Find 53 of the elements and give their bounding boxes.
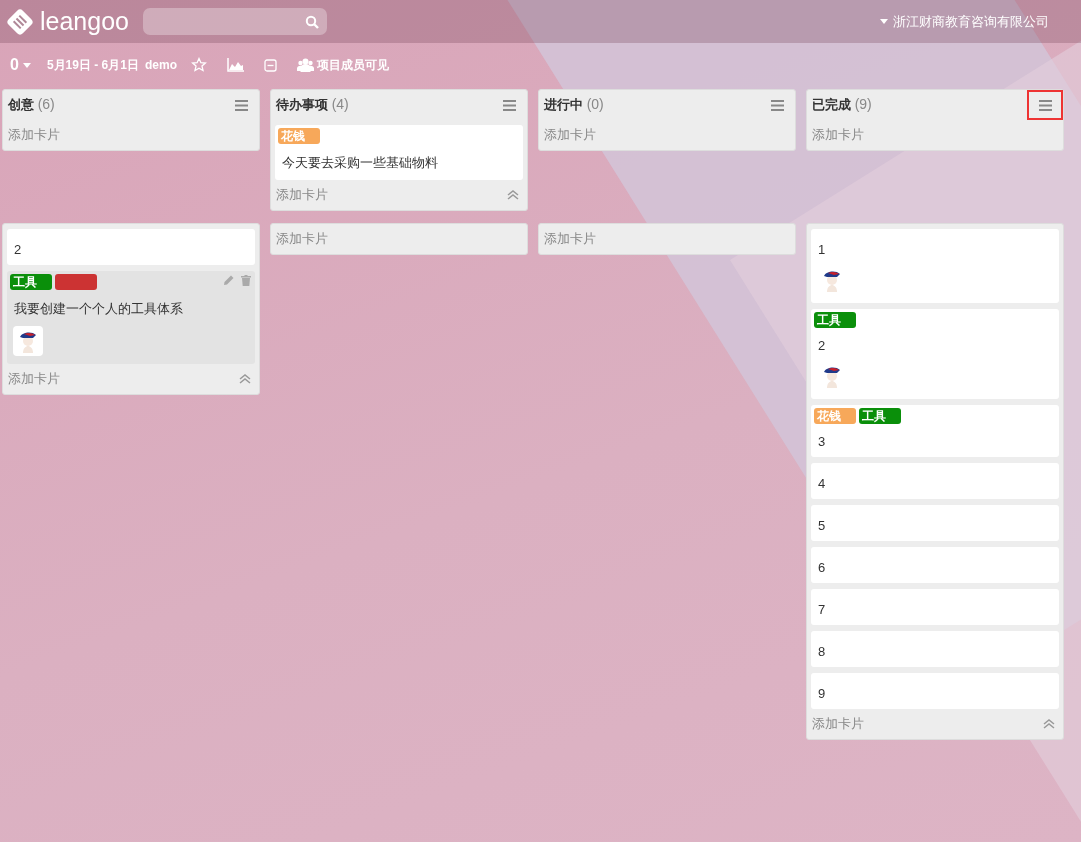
list-title: 待办事项 (4) [276, 96, 349, 114]
task-card[interactable]: 9 [811, 673, 1059, 709]
card-title: 8 [817, 643, 827, 659]
card-title: 3 [817, 433, 827, 449]
collapse-up-icon[interactable] [1043, 719, 1055, 729]
edit-icon[interactable] [223, 275, 234, 286]
task-card[interactable]: 7 [811, 589, 1059, 625]
star-icon[interactable] [190, 57, 207, 73]
card-title: 今天要去采购一些基础物料 [281, 154, 439, 172]
list-title: 创意 (6) [8, 96, 55, 114]
task-card[interactable]: 5 [811, 505, 1059, 541]
card-title: 4 [817, 475, 827, 491]
card-title: 9 [817, 685, 827, 701]
collapse-icon[interactable] [263, 58, 277, 72]
trash-icon[interactable] [241, 275, 251, 286]
card-title: 2 [13, 241, 23, 257]
board-name: demo [144, 58, 177, 72]
chart-icon[interactable] [226, 58, 244, 72]
card-title: 5 [817, 517, 827, 533]
task-card[interactable]: 1 [811, 229, 1059, 303]
task-card[interactable]: 花钱 今天要去采购一些基础物料 [275, 125, 523, 180]
task-card[interactable]: 工具 2 [811, 309, 1059, 399]
task-card[interactable]: 工具 我要创建一个个人的工具体系 [7, 271, 255, 364]
logo-text: leangoo [40, 7, 129, 36]
card-label: 花钱 [278, 128, 320, 144]
menu-icon[interactable] [770, 99, 784, 111]
card-label: 工具 [814, 312, 856, 328]
card-label: 工具 [859, 408, 901, 424]
task-card[interactable]: 4 [811, 463, 1059, 499]
menu-icon[interactable] [234, 99, 248, 111]
task-card[interactable]: 6 [811, 547, 1059, 583]
menu-icon[interactable] [1038, 99, 1052, 111]
collapse-up-icon[interactable] [239, 374, 251, 384]
task-card[interactable]: 2 [7, 229, 255, 265]
card-title: 7 [817, 601, 827, 617]
caret-icon [880, 19, 888, 24]
list-title: 已完成 (9) [812, 96, 872, 114]
search-icon [305, 14, 319, 29]
menu-icon[interactable] [502, 99, 516, 111]
task-card[interactable]: 8 [811, 631, 1059, 667]
card-title: 2 [817, 337, 827, 353]
card-title: 6 [817, 559, 827, 575]
card-title: 1 [817, 241, 827, 257]
card-label: 花钱 [814, 408, 856, 424]
card-label: 工具 [10, 274, 52, 290]
task-card[interactable]: 花钱 工具 3 [811, 405, 1059, 457]
list-title: 进行中 (0) [544, 96, 604, 114]
caret-icon [22, 62, 31, 68]
collapse-up-icon[interactable] [507, 190, 519, 200]
date-range: 5月19日 - 6月1日 [46, 56, 139, 74]
people-icon [296, 58, 314, 72]
card-title: 我要创建一个个人的工具体系 [13, 300, 184, 318]
search-field[interactable] [143, 8, 327, 35]
